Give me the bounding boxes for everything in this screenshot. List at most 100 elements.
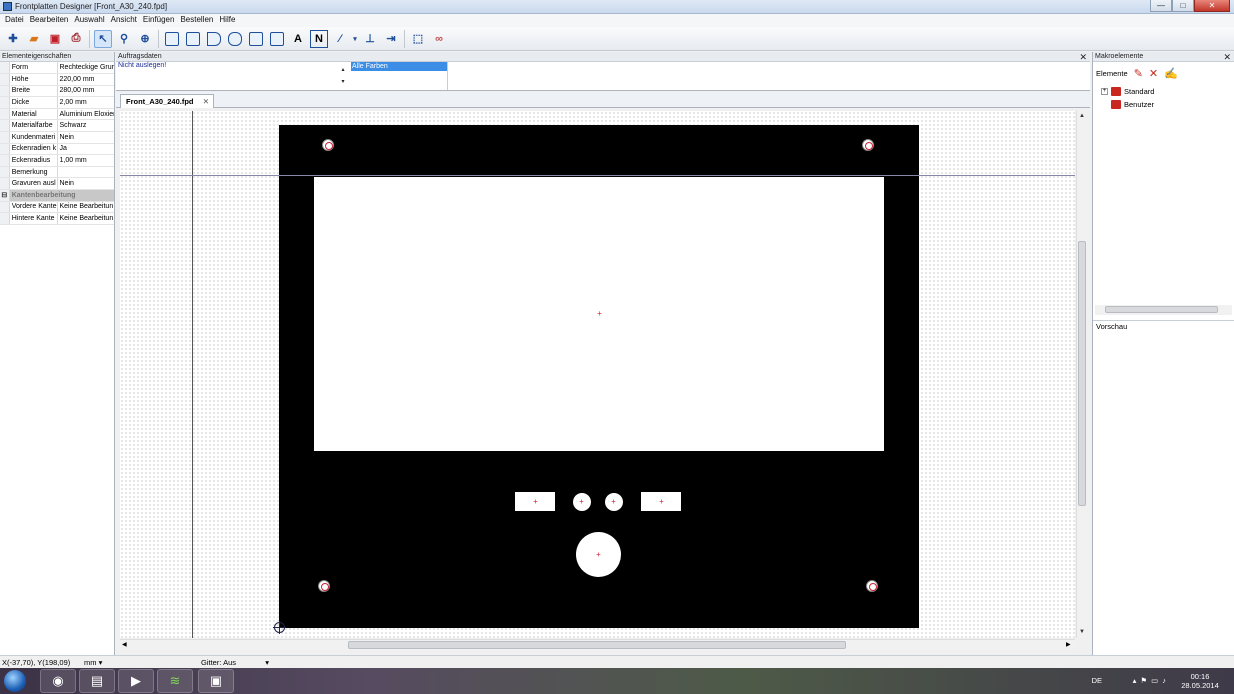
property-value[interactable] [57, 166, 114, 179]
menu-ansicht[interactable]: Ansicht [108, 14, 140, 27]
start-button[interactable] [4, 670, 26, 692]
print-icon[interactable]: ⎙ [67, 30, 85, 48]
menu-bestellen[interactable]: Bestellen [177, 14, 216, 27]
macro-scroll-thumb[interactable] [1105, 306, 1218, 313]
measure-icon[interactable]: ⊥ [361, 30, 379, 48]
property-value[interactable]: Nein [57, 177, 114, 191]
line-icon[interactable]: ∕ [331, 30, 349, 48]
engraving-icon[interactable]: N [310, 29, 328, 48]
property-row[interactable]: Materialfarbe Schwarz [0, 119, 114, 133]
grid-selector[interactable]: Gitter: Aus ▾ [201, 658, 269, 667]
element-5-icon[interactable] [247, 30, 265, 48]
vertical-scrollbar[interactable]: ▲ ▼ [1076, 111, 1087, 638]
property-category-row[interactable]: ⊟ Kantenbearbeitung [0, 189, 114, 202]
property-row[interactable]: Gravuren ausl Nein [0, 177, 114, 191]
collapse-icon[interactable]: ⊟ [0, 189, 10, 202]
property-row[interactable]: Breite 280,00 mm [0, 85, 114, 98]
scroll-right-icon[interactable]: ▶ [1066, 641, 1071, 648]
scroll-down-icon[interactable]: ▼ [1079, 629, 1085, 635]
property-value[interactable]: 280,00 mm [57, 85, 114, 98]
horizontal-scroll-thumb[interactable] [348, 641, 846, 649]
unit-selector[interactable]: mm ▾ [84, 658, 102, 667]
dimension-icon[interactable]: ⇥ [382, 30, 400, 48]
document-tab[interactable]: Front_A30_240.fpd ✕ [120, 94, 214, 108]
dropdown-arrow-icon[interactable]: ▾ [352, 30, 358, 48]
macro-horizontal-scrollbar[interactable] [1095, 305, 1232, 315]
element-6-icon[interactable] [268, 30, 286, 48]
save-icon[interactable]: ▣ [46, 30, 64, 48]
close-icon[interactable]: ✕ [1223, 52, 1231, 62]
property-value[interactable]: Rechteckige Grur [57, 62, 114, 75]
scroll-up-icon[interactable]: ▲ [1079, 113, 1085, 119]
design-canvas[interactable]: + + + + + + [120, 111, 1075, 638]
horizontal-scrollbar[interactable]: ◀ ▶ [120, 639, 1075, 650]
property-row[interactable]: Vordere Kante Keine Bearbeitun [0, 201, 114, 214]
media-player-icon[interactable]: ▶ [118, 669, 154, 693]
round-cutout-large[interactable]: + [576, 532, 621, 577]
vertical-scroll-thumb[interactable] [1078, 241, 1086, 506]
language-indicator[interactable]: DE [1092, 676, 1102, 685]
round-cutout-small-2[interactable]: + [605, 493, 623, 511]
property-row[interactable]: Hintere Kante Keine Bearbeitun [0, 212, 114, 225]
spotify-icon[interactable]: ≋ [157, 669, 193, 693]
horizontal-guide-line[interactable] [120, 175, 1075, 176]
delete-icon[interactable]: ✕ [1149, 67, 1158, 80]
property-row[interactable]: Form Rechteckige Grur [0, 62, 114, 75]
menu-bearbeiten[interactable]: Bearbeiten [27, 14, 72, 27]
property-row[interactable]: Höhe 220,00 mm [0, 73, 114, 86]
rect-cutout-right[interactable]: + [641, 492, 681, 511]
clock[interactable]: 00:16 28.05.2014 [1180, 672, 1220, 690]
property-row[interactable]: Eckenradien k Ja [0, 143, 114, 156]
property-row[interactable]: Eckenradius 1,00 mm [0, 154, 114, 167]
property-row[interactable]: Material Aluminium Eloxier [0, 108, 114, 121]
mounting-hole-top-right[interactable] [862, 139, 874, 151]
scroll-left-icon[interactable]: ◀ [122, 641, 127, 648]
maximize-button[interactable]: □ [1172, 0, 1194, 12]
tab-close-icon[interactable]: ✕ [203, 95, 209, 108]
round-cutout-small-1[interactable]: + [573, 493, 591, 511]
order-option-list[interactable]: Nicht auslegen! [118, 62, 348, 90]
element-4-icon[interactable] [226, 30, 244, 48]
property-value[interactable]: Nein [57, 131, 114, 144]
property-value[interactable]: Ja [57, 143, 114, 156]
frontplatten-designer-task-icon[interactable]: ▣ [198, 669, 234, 693]
crosshair-icon[interactable]: ⊕ [136, 30, 154, 48]
close-icon[interactable]: ✕ [1079, 52, 1087, 62]
menu-hilfe[interactable]: Hilfe [216, 14, 238, 27]
property-row[interactable]: Dicke 2,00 mm [0, 96, 114, 109]
close-button[interactable]: ✕ [1194, 0, 1230, 12]
tray-icons[interactable]: ▴⚑▭♪ [1133, 676, 1170, 685]
element-1-icon[interactable] [163, 30, 181, 48]
element-3-icon[interactable] [205, 30, 223, 48]
edit-pencil-icon[interactable]: ✎ [1134, 67, 1143, 80]
element-2-icon[interactable] [184, 30, 202, 48]
property-value[interactable]: 220,00 mm [57, 73, 114, 86]
link-icon[interactable]: ∞ [430, 30, 448, 48]
rect-cutout-left[interactable]: + [515, 492, 555, 511]
explorer-folder-icon[interactable]: ▤ [79, 669, 115, 693]
property-value[interactable]: Aluminium Eloxier [57, 108, 114, 121]
order-option-item[interactable]: Nicht auslegen! [118, 62, 348, 69]
property-value[interactable]: Schwarz [57, 119, 114, 133]
property-row[interactable]: Kundenmateri Nein [0, 131, 114, 144]
color-filter-list[interactable]: Alle Farben [351, 62, 448, 90]
property-value[interactable]: 2,00 mm [57, 96, 114, 109]
expand-icon[interactable]: + [1101, 88, 1108, 95]
tree-item-standard[interactable]: + Standard [1101, 87, 1154, 96]
mounting-hole-bottom-left[interactable] [318, 580, 330, 592]
property-row[interactable]: Bemerkung [0, 166, 114, 179]
menu-auswahl[interactable]: Auswahl [71, 14, 107, 27]
text-icon[interactable]: A [289, 30, 307, 48]
rename-icon[interactable]: ✍ [1164, 67, 1178, 80]
mounting-hole-top-left[interactable] [322, 139, 334, 151]
property-value[interactable]: 1,00 mm [57, 154, 114, 167]
chrome-icon[interactable]: ◉ [40, 669, 76, 693]
open-folder-icon[interactable]: ▰ [25, 30, 43, 48]
minimize-button[interactable]: — [1150, 0, 1172, 12]
property-value[interactable]: Keine Bearbeitun [57, 201, 114, 214]
marquee-icon[interactable]: ⬚ [409, 30, 427, 48]
display-cutout[interactable]: + [314, 177, 884, 451]
property-value[interactable]: Keine Bearbeitun [57, 212, 114, 225]
menu-einfuegen[interactable]: Einfügen [140, 14, 178, 27]
mounting-hole-bottom-right[interactable] [866, 580, 878, 592]
